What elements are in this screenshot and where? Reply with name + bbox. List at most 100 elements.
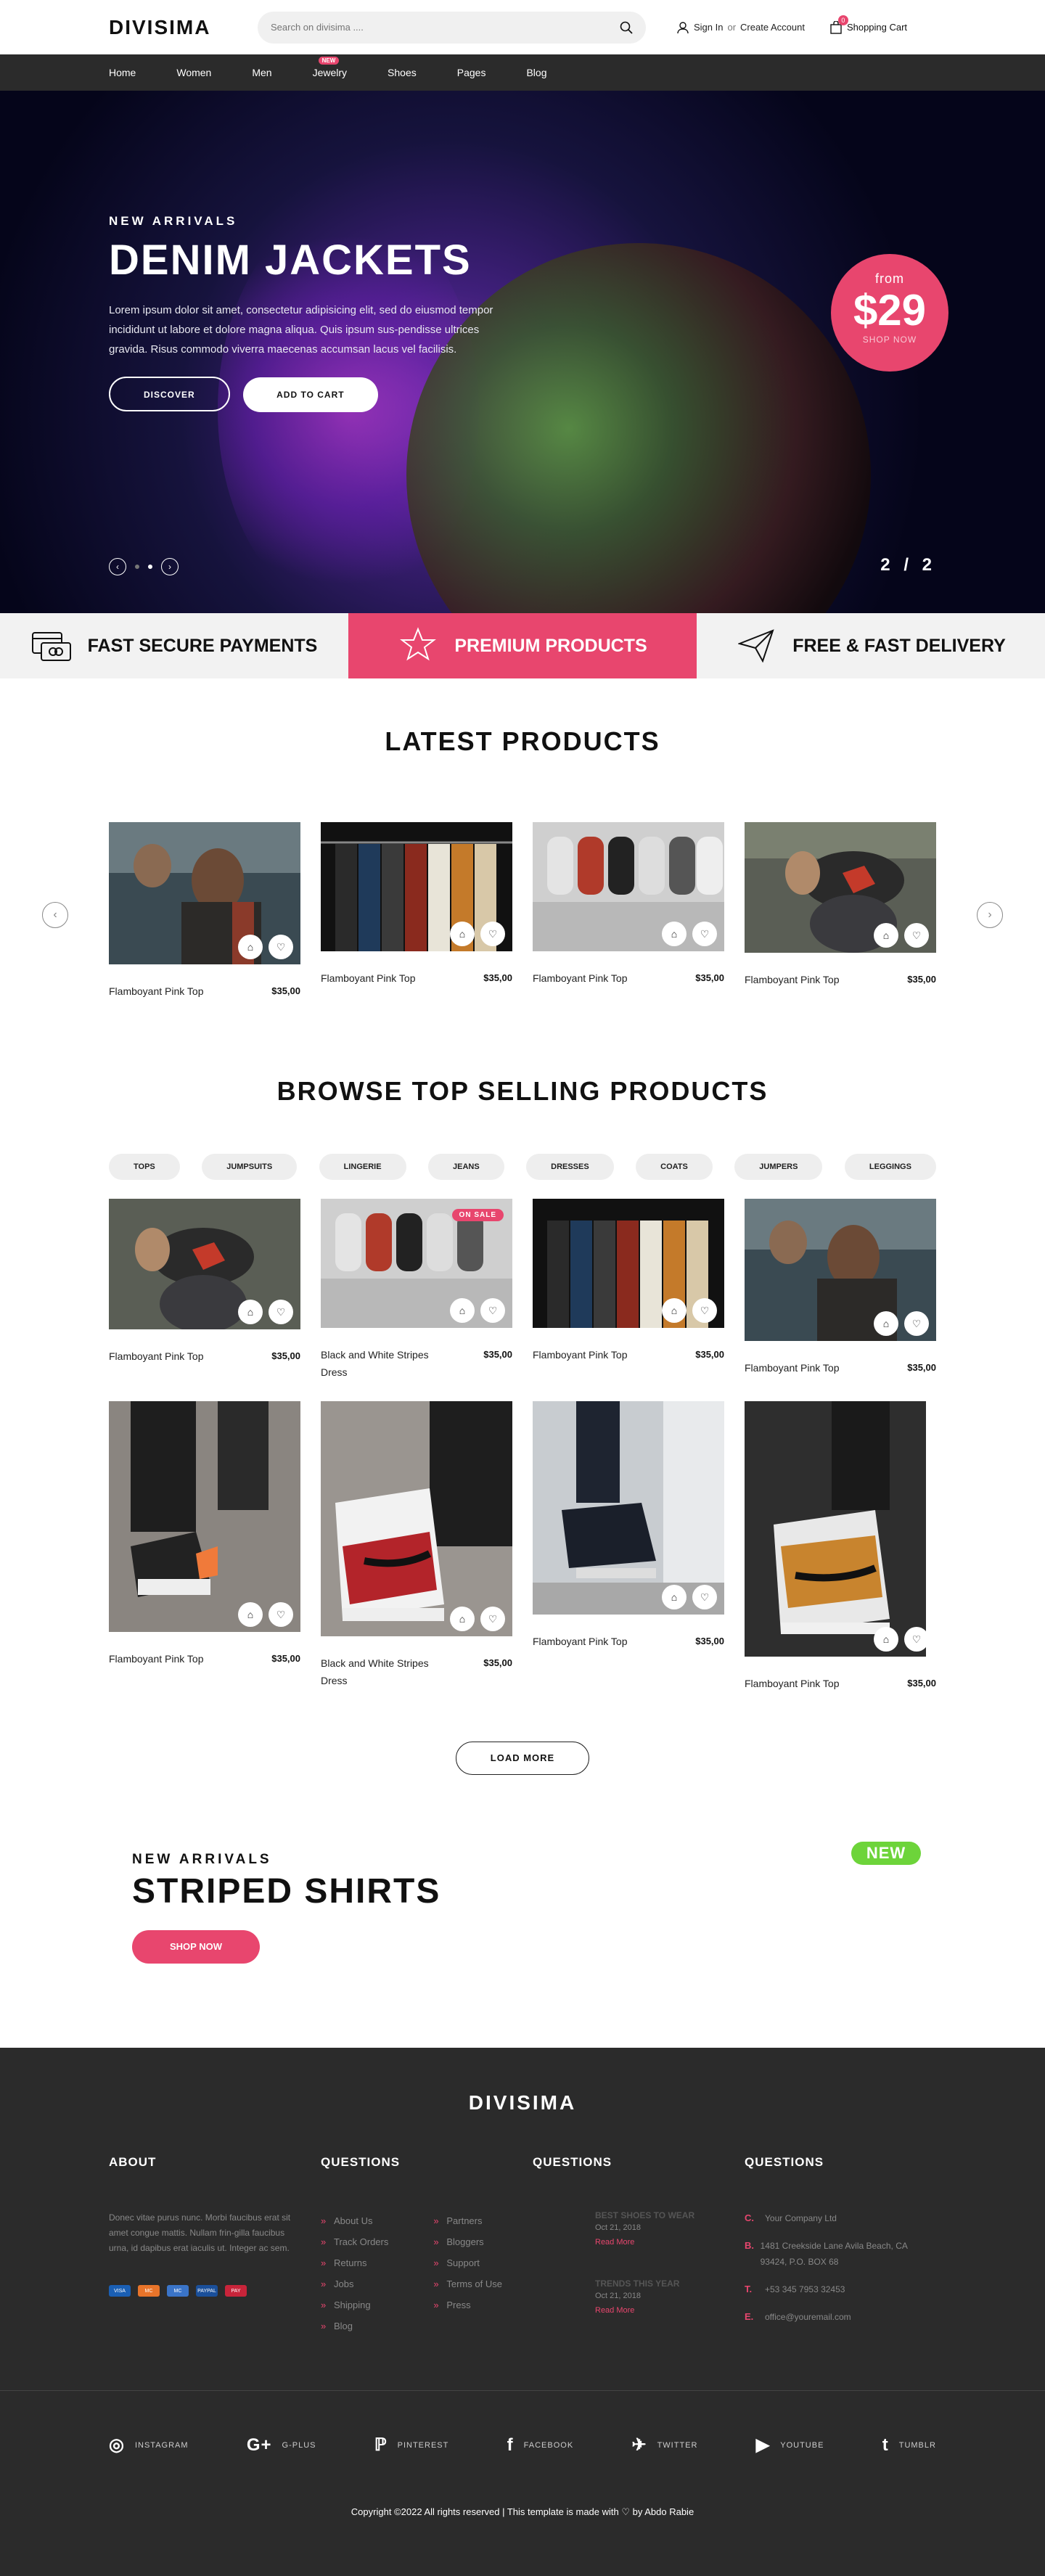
product-card[interactable]: ⌂ ♡ Flamboyant Pink Top $35,00: [533, 1401, 724, 1692]
product-card[interactable]: ⌂ ♡ Flamboyant Pink Top $35,00: [745, 1401, 936, 1692]
category-tops[interactable]: TOPS: [109, 1154, 180, 1180]
nav-item-shoes[interactable]: Shoes: [388, 67, 417, 78]
wishlist-heart-icon[interactable]: ♡: [269, 935, 293, 959]
product-card[interactable]: ⌂ ♡ Flamboyant Pink Top $35,00: [109, 822, 300, 1000]
post-read-more[interactable]: Read More: [595, 2306, 724, 2315]
social-twitter[interactable]: ✈ TWITTER: [631, 2435, 697, 2456]
product-card[interactable]: ⌂ ♡ Flamboyant Pink Top $35,00: [109, 1401, 300, 1692]
price-shop-now[interactable]: SHOP NOW: [831, 335, 948, 345]
wishlist-heart-icon[interactable]: ♡: [480, 922, 505, 946]
footer-logo[interactable]: DIVISIMA: [0, 2091, 1045, 2114]
footer-link-support[interactable]: Support: [433, 2252, 502, 2273]
slider-dot[interactable]: [135, 565, 139, 569]
social-instagram[interactable]: ◎ INSTAGRAM: [109, 2435, 189, 2456]
category-jumpers[interactable]: JUMPERS: [734, 1154, 823, 1180]
product-image[interactable]: ⌂ ♡: [109, 1401, 300, 1636]
social-youtube[interactable]: ▶ YOUTUBE: [756, 2435, 824, 2456]
wishlist-heart-icon[interactable]: ♡: [904, 1627, 929, 1652]
product-image[interactable]: ⌂ ♡: [533, 1199, 724, 1332]
product-card[interactable]: ⌂ ♡ Flamboyant Pink Top $35,00: [745, 1199, 936, 1381]
add-to-bag-icon[interactable]: ⌂: [662, 922, 687, 946]
slider-dot-active[interactable]: [148, 565, 152, 569]
product-card[interactable]: ON SALE ⌂ ♡ Black and White Stripes Dress…: [321, 1199, 512, 1381]
product-name[interactable]: Flamboyant Pink Top: [109, 983, 232, 1000]
discover-button[interactable]: DISCOVER: [109, 377, 230, 411]
product-image[interactable]: ON SALE ⌂ ♡: [321, 1199, 512, 1332]
wishlist-heart-icon[interactable]: ♡: [269, 1300, 293, 1324]
add-to-bag-icon[interactable]: ⌂: [450, 922, 475, 946]
social-facebook[interactable]: f FACEBOOK: [507, 2435, 574, 2456]
footer-link-track-orders[interactable]: Track Orders: [321, 2231, 388, 2252]
carousel-next-icon[interactable]: ›: [977, 902, 1003, 928]
product-card[interactable]: ⌂ ♡ Flamboyant Pink Top $35,00: [745, 822, 936, 1000]
footer-link-about-us[interactable]: About Us: [321, 2210, 388, 2231]
wishlist-heart-icon[interactable]: ♡: [692, 1298, 717, 1323]
add-to-bag-icon[interactable]: ⌂: [238, 1602, 263, 1627]
post-title[interactable]: BEST SHOES TO WEAR: [595, 2210, 724, 2220]
footer-link-jobs[interactable]: Jobs: [321, 2273, 388, 2294]
product-name[interactable]: Flamboyant Pink Top: [745, 971, 868, 988]
footer-link-terms[interactable]: Terms of Use: [433, 2273, 502, 2294]
contact-value[interactable]: office@youremail.com: [765, 2309, 851, 2325]
wishlist-heart-icon[interactable]: ♡: [692, 1585, 717, 1609]
add-to-bag-icon[interactable]: ⌂: [238, 1300, 263, 1324]
slider-prev-icon[interactable]: ‹: [109, 558, 126, 575]
category-dresses[interactable]: DRESSES: [526, 1154, 614, 1180]
product-card[interactable]: ⌂ ♡ Flamboyant Pink Top $35,00: [533, 822, 724, 1000]
social-pinterest[interactable]: ℙ PINTEREST: [374, 2435, 449, 2456]
product-image[interactable]: ⌂ ♡: [109, 822, 300, 968]
wishlist-heart-icon[interactable]: ♡: [904, 1311, 929, 1336]
product-name[interactable]: Flamboyant Pink Top: [533, 1633, 656, 1650]
product-card[interactable]: ⌂ ♡ Flamboyant Pink Top $35,00: [533, 1199, 724, 1381]
product-image[interactable]: ⌂ ♡: [745, 1199, 936, 1345]
wishlist-heart-icon[interactable]: ♡: [480, 1607, 505, 1631]
footer-link-press[interactable]: Press: [433, 2294, 502, 2315]
wishlist-heart-icon[interactable]: ♡: [904, 923, 929, 948]
product-card[interactable]: ⌂ ♡ Flamboyant Pink Top $35,00: [109, 1199, 300, 1381]
load-more-button[interactable]: LOAD MORE: [456, 1742, 589, 1775]
nav-item-blog[interactable]: Blog: [526, 67, 546, 78]
product-name[interactable]: Flamboyant Pink Top: [745, 1359, 868, 1377]
nav-item-home[interactable]: Home: [109, 67, 136, 78]
wishlist-heart-icon[interactable]: ♡: [692, 922, 717, 946]
footer-post[interactable]: TRENDS THIS YEAR Oct 21, 2018 Read More: [533, 2278, 724, 2315]
search-icon[interactable]: [620, 21, 633, 34]
add-to-bag-icon[interactable]: ⌂: [874, 1627, 898, 1652]
social-gplus[interactable]: G+ G-PLUS: [247, 2435, 316, 2456]
product-name[interactable]: Flamboyant Pink Top: [745, 1675, 868, 1692]
social-tumblr[interactable]: t TUMBLR: [882, 2435, 936, 2456]
slider-next-icon[interactable]: ›: [161, 558, 179, 575]
product-card[interactable]: ⌂ ♡ Black and White Stripes Dress $35,00: [321, 1401, 512, 1692]
product-name[interactable]: Black and White Stripes Dress: [321, 1654, 444, 1689]
nav-item-women[interactable]: Women: [176, 67, 211, 78]
price-badge[interactable]: from $29 SHOP NOW: [831, 254, 948, 372]
wishlist-heart-icon[interactable]: ♡: [480, 1298, 505, 1323]
product-image[interactable]: ⌂ ♡: [321, 822, 512, 955]
search-bar[interactable]: [258, 11, 646, 44]
footer-post[interactable]: BEST SHOES TO WEAR Oct 21, 2018 Read Mor…: [533, 2210, 724, 2247]
product-name[interactable]: Flamboyant Pink Top: [533, 969, 656, 987]
product-image[interactable]: ⌂ ♡: [109, 1199, 300, 1333]
add-to-bag-icon[interactable]: ⌂: [874, 923, 898, 948]
account-link[interactable]: Sign In or Create Account: [676, 21, 805, 34]
product-name[interactable]: Black and White Stripes Dress: [321, 1346, 444, 1381]
product-image[interactable]: ⌂ ♡: [533, 822, 724, 955]
category-leggings[interactable]: LEGGINGS: [844, 1154, 936, 1180]
product-card[interactable]: ⌂ ♡ Flamboyant Pink Top $35,00: [321, 822, 512, 1000]
add-to-cart-button[interactable]: ADD TO CART: [243, 377, 378, 412]
search-input[interactable]: [271, 22, 590, 33]
add-to-bag-icon[interactable]: ⌂: [238, 935, 263, 959]
carousel-prev-icon[interactable]: ‹: [42, 902, 68, 928]
footer-link-partners[interactable]: Partners: [433, 2210, 502, 2231]
product-image[interactable]: ⌂ ♡: [533, 1401, 724, 1618]
add-to-bag-icon[interactable]: ⌂: [450, 1298, 475, 1323]
add-to-bag-icon[interactable]: ⌂: [662, 1585, 687, 1609]
product-name[interactable]: Flamboyant Pink Top: [533, 1346, 656, 1363]
create-account-link[interactable]: Create Account: [740, 22, 805, 33]
footer-link-blog[interactable]: Blog: [321, 2315, 388, 2337]
shopping-cart-link[interactable]: 0 Shopping Cart: [829, 15, 907, 34]
category-jeans[interactable]: JEANS: [428, 1154, 504, 1180]
product-image[interactable]: ⌂ ♡: [745, 822, 936, 956]
product-image[interactable]: ⌂ ♡: [745, 1401, 936, 1660]
wishlist-heart-icon[interactable]: ♡: [269, 1602, 293, 1627]
